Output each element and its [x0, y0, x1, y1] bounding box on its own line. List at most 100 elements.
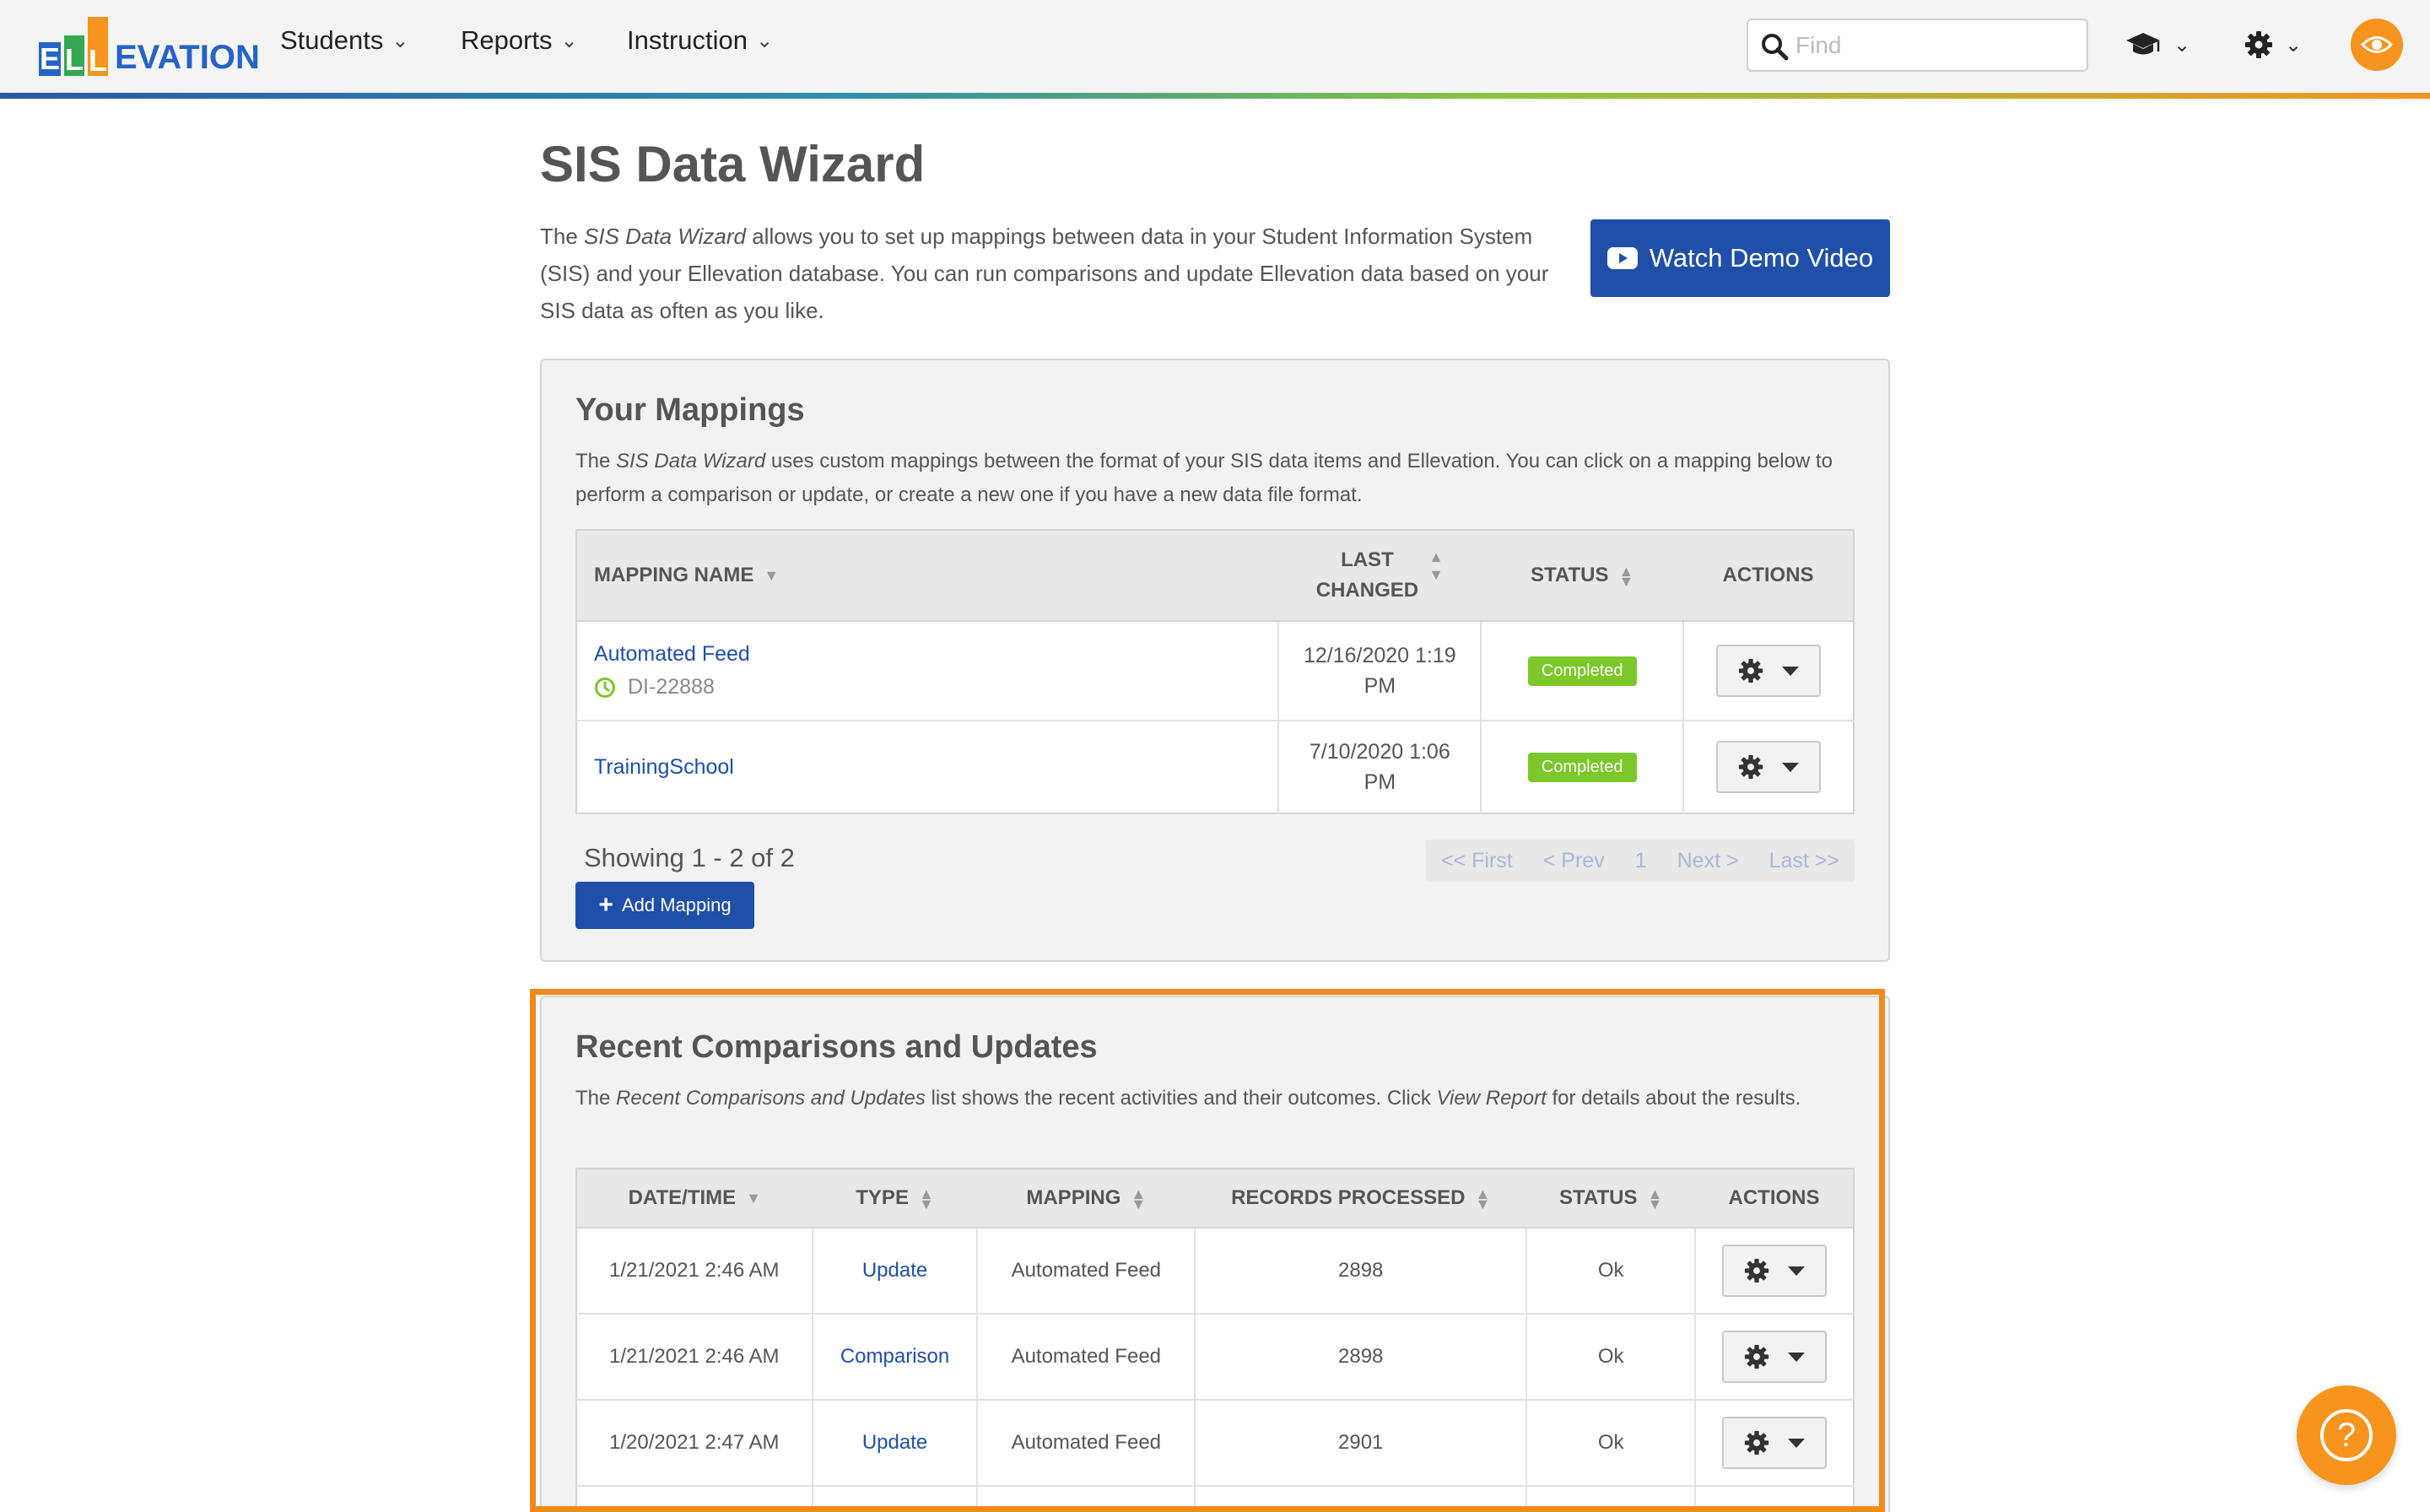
row-actions-button[interactable]: [1722, 1331, 1828, 1383]
chevron-down-icon: ⌄: [392, 29, 409, 52]
col-mapping[interactable]: Mapping ▲ ▼: [977, 1169, 1196, 1228]
pager-first[interactable]: << First: [1441, 849, 1513, 873]
intro-pre: The: [540, 224, 585, 249]
col-type[interactable]: Type ▲ ▼: [812, 1169, 978, 1228]
mapping-name-link[interactable]: TrainingSchool: [594, 755, 1261, 780]
recent-desc-post: for details about the results.: [1546, 1087, 1801, 1110]
recent-desc-em1: Recent Comparisons and Updates: [616, 1087, 926, 1110]
datetime-cell: [576, 1485, 813, 1512]
page-intro: The SIS Data Wizard allows you to set up…: [540, 218, 1552, 329]
type-link[interactable]: Update: [862, 1431, 927, 1454]
mappings-table: Mapping Name ▼ Last Changed ▲ ▼ Status ▲ ▼: [575, 529, 1855, 814]
caret-down-icon: [1788, 1266, 1806, 1276]
records-cell: [1194, 1485, 1527, 1512]
col-actions-label: Actions: [1728, 1186, 1820, 1209]
top-navigation: E L L EVATION Students ⌄ Reports ⌄ Instr…: [0, 0, 2430, 99]
col-mapping-label: Mapping: [1026, 1186, 1121, 1209]
actions-cell: [1694, 1313, 1854, 1400]
actions-cell: [1694, 1227, 1854, 1314]
last-changed-cell: 12/16/2020 1:19 PM: [1277, 620, 1482, 721]
row-actions-button[interactable]: [1722, 1245, 1828, 1297]
help-button[interactable]: ?: [2297, 1385, 2396, 1485]
recent-description: The Recent Comparisons and Updates list …: [575, 1082, 1841, 1115]
nav-gradient-divider: [0, 93, 2430, 99]
status-cell: Completed: [1480, 720, 1684, 813]
pager-current-page[interactable]: 1: [1635, 849, 1647, 873]
type-cell: [811, 1485, 978, 1512]
actions-cell: [1682, 720, 1854, 813]
table-row: 1/21/2021 2:46 AM Update Automated Feed …: [576, 1227, 1854, 1314]
datetime-cell: 1/20/2021 2:47 AM: [576, 1399, 813, 1486]
add-mapping-label: Add Mapping: [621, 894, 732, 915]
clock-icon: [595, 677, 615, 698]
sort-icon: ▲ ▼: [1428, 548, 1444, 583]
recent-comparisons-panel: Recent Comparisons and Updates The Recen…: [540, 996, 1890, 1512]
school-menu-button[interactable]: ⌄: [2125, 24, 2190, 66]
type-cell: Comparison: [811, 1313, 978, 1400]
search-icon: [1762, 34, 1789, 61]
gear-icon: [1738, 658, 1763, 683]
col-status-label: Status: [1531, 564, 1609, 586]
col-type-label: Type: [856, 1186, 909, 1209]
watch-demo-video-button[interactable]: Watch Demo Video: [1590, 219, 1890, 297]
gear-icon: [1738, 754, 1763, 780]
plus-icon: +: [598, 891, 613, 919]
add-mapping-button[interactable]: + Add Mapping: [575, 882, 754, 929]
ellevation-logo[interactable]: E L L EVATION: [39, 14, 260, 78]
logo-wordmark: EVATION: [115, 39, 260, 76]
row-actions-button[interactable]: [1716, 741, 1822, 793]
caret-down-icon: [1782, 666, 1800, 676]
row-actions-button[interactable]: [1716, 645, 1822, 697]
caret-down-icon: [1788, 1438, 1806, 1448]
sort-icon: ▲ ▼: [918, 1185, 934, 1212]
table-row: Automated Feed DI-22888 12/16/2020 1:19 …: [576, 620, 1854, 721]
mappings-desc-pre: The: [575, 450, 617, 472]
recent-desc-pre: The: [575, 1087, 617, 1110]
pagination-summary: Showing 1 - 2 of 2: [584, 843, 795, 872]
col-actions-label: Actions: [1722, 564, 1814, 586]
table-row: 1/21/2021 2:46 AM Comparison Automated F…: [576, 1313, 1854, 1400]
nav-instruction-menu[interactable]: Instruction ⌄: [627, 25, 773, 56]
type-link[interactable]: Comparison: [840, 1345, 949, 1368]
nav-reports-menu[interactable]: Reports ⌄: [461, 25, 578, 56]
schedule-id: DI-22888: [628, 675, 715, 699]
find-search-box: [1747, 19, 2088, 72]
col-status-label: Status: [1559, 1186, 1638, 1209]
mapping-name-link[interactable]: Automated Feed: [594, 642, 1261, 667]
settings-menu-button[interactable]: ⌄: [2244, 24, 2302, 66]
mappings-description: The SIS Data Wizard uses custom mappings…: [575, 445, 1841, 512]
recent-desc-mid: list shows the recent activities and the…: [925, 1087, 1437, 1110]
pager-next[interactable]: Next >: [1677, 849, 1739, 873]
col-last-changed-line1: Last: [1341, 548, 1394, 571]
chevron-down-icon: ⌄: [2285, 33, 2303, 57]
logo-letter-l1: L: [64, 35, 84, 77]
intro-em: SIS Data Wizard: [584, 224, 746, 249]
nav-students-menu[interactable]: Students ⌄: [280, 25, 408, 56]
records-cell: 2898: [1194, 1313, 1527, 1400]
type-link[interactable]: Update: [862, 1259, 927, 1282]
records-cell: 2898: [1194, 1227, 1527, 1314]
logo-letter-l2: L: [88, 17, 108, 78]
mappings-title: Your Mappings: [575, 392, 805, 428]
mappings-header-row: Mapping Name ▼ Last Changed ▲ ▼ Status ▲ ▼: [576, 530, 1854, 622]
col-datetime[interactable]: Date/Time ▼: [576, 1169, 813, 1228]
type-cell: Update: [811, 1227, 978, 1314]
row-actions-button[interactable]: [1722, 1417, 1828, 1469]
sort-icon: ▲ ▼: [1618, 562, 1634, 590]
col-mapping-name[interactable]: Mapping Name ▼: [576, 530, 1279, 622]
mapping-cell: Automated Feed: [976, 1313, 1196, 1400]
view-as-button[interactable]: [2351, 19, 2403, 71]
find-input[interactable]: [1796, 29, 2074, 62]
pager-last[interactable]: Last >>: [1769, 849, 1839, 873]
col-status[interactable]: Status ▲ ▼: [1526, 1169, 1696, 1228]
schedule-info: DI-22888: [594, 675, 1261, 699]
col-records-processed[interactable]: Records Processed ▲ ▼: [1195, 1169, 1527, 1228]
col-status[interactable]: Status ▲ ▼: [1481, 530, 1684, 622]
col-last-changed[interactable]: Last Changed ▲ ▼: [1278, 530, 1482, 622]
col-records-label: Records Processed: [1231, 1186, 1466, 1209]
actions-cell: [1682, 620, 1854, 721]
gear-icon: [1744, 1430, 1769, 1455]
pager-prev[interactable]: < Prev: [1543, 849, 1605, 873]
status-badge: Completed: [1527, 752, 1637, 782]
gear-icon: [2245, 31, 2272, 58]
